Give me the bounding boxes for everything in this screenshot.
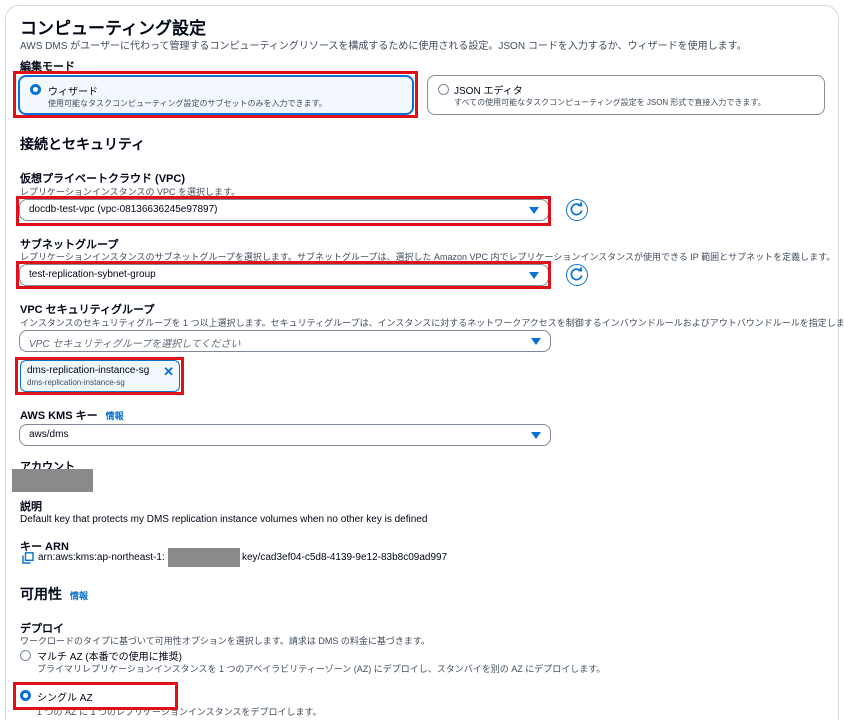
remove-token-icon[interactable]: ✕ (163, 364, 174, 380)
multi-az-desc: プライマリレプリケーションインスタンスを 1 つのアベイラビリティーゾーン (A… (37, 664, 606, 674)
vpc-select[interactable]: docdb-test-vpc (vpc-08136636245e97897) (19, 199, 549, 221)
compute-settings-description: AWS DMS がユーザーに代わって管理するコンピューティングリソースを構成する… (20, 41, 747, 52)
security-group-token: dms-replication-instance-sg dms-replicat… (20, 360, 180, 392)
chevron-down-icon (531, 432, 541, 439)
chevron-down-icon (531, 338, 541, 345)
subnet-group-desc: レプリケーションインスタンスのサブネットグループを選択します。サブネットグループ… (20, 252, 836, 262)
description-label: 説明 (20, 501, 42, 513)
copy-icon[interactable] (22, 552, 34, 564)
compute-settings-title: コンピューティング設定 (20, 19, 206, 38)
vpc-security-group-label: VPC セキュリティグループ (20, 304, 155, 316)
kms-key-select-value: aws/dms (29, 429, 69, 440)
wizard-option-title: ウィザード (48, 87, 98, 98)
key-arn-prefix: arn:aws:kms:ap-northeast-1: (38, 552, 165, 563)
security-group-token-name: dms-replication-instance-sg (27, 365, 150, 376)
chevron-down-icon (529, 272, 539, 279)
availability-info-link[interactable]: 情報 (70, 591, 88, 601)
chevron-down-icon (529, 207, 539, 214)
wizard-option-tile[interactable]: ウィザード 使用可能なタスクコンピューティング設定のサブセットのみを入力できます… (18, 75, 414, 115)
subnet-group-select[interactable]: test-replication-sybnet-group (19, 264, 549, 286)
multi-az-title: マルチ AZ (本番での使用に推奨) (37, 652, 182, 663)
kms-key-label: AWS KMS キー 情報 (20, 407, 124, 423)
security-group-token-id: dms-replication-instance-sg (27, 378, 125, 387)
connection-security-title: 接続とセキュリティ (20, 136, 146, 152)
subnet-refresh-button[interactable] (566, 264, 588, 286)
multi-az-radio[interactable] (20, 650, 31, 661)
json-editor-option-title: JSON エディタ (454, 86, 523, 97)
kms-info-link[interactable]: 情報 (106, 411, 124, 421)
key-arn-suffix: key/cad3ef04-c5d8-4139-9e12-83b8c09ad997 (242, 552, 448, 563)
availability-title: 可用性 情報 (20, 584, 88, 604)
json-editor-option-desc: すべての使用可能なタスクコンピューティング設定を JSON 形式で直接入力できま… (454, 98, 766, 107)
refresh-icon (570, 267, 583, 281)
account-redaction (12, 469, 93, 492)
json-editor-option-tile[interactable]: JSON エディタ すべての使用可能なタスクコンピューティング設定を JSON … (427, 75, 825, 115)
vpc-security-group-desc: インスタンスのセキュリティグループを 1 つ以上選択します。セキュリティグループ… (20, 318, 844, 328)
vpc-select-value: docdb-test-vpc (vpc-08136636245e97897) (29, 204, 218, 215)
json-editor-radio[interactable] (438, 84, 449, 95)
key-description-text: Default key that protects my DMS replica… (20, 514, 428, 525)
kms-key-select[interactable]: aws/dms (19, 424, 551, 446)
wizard-radio[interactable] (30, 84, 41, 95)
edit-mode-label: 編集モード (20, 61, 75, 73)
vpc-label: 仮想プライベートクラウド (VPC) (20, 173, 185, 185)
single-az-title: シングル AZ (37, 693, 93, 704)
deploy-desc: ワークロードのタイプに基づいて可用性オプションを選択します。請求は DMS の料… (20, 636, 430, 646)
single-az-radio[interactable] (20, 690, 31, 701)
arn-account-redaction (168, 548, 240, 567)
vpc-refresh-button[interactable] (566, 199, 588, 221)
refresh-icon (570, 202, 583, 216)
subnet-group-select-value: test-replication-sybnet-group (29, 269, 156, 280)
single-az-desc: 1 つの AZ に 1 つのレプリケーションインスタンスをデプロイします。 (37, 707, 322, 717)
kms-key-label-text: AWS KMS キー (20, 410, 98, 422)
vpc-security-group-select[interactable]: VPC セキュリティグループを選択してください (19, 330, 551, 352)
availability-title-text: 可用性 (20, 586, 62, 602)
vpc-security-group-placeholder: VPC セキュリティグループを選択してください (29, 339, 241, 350)
vpc-desc: レプリケーションインスタンスの VPC を選択します。 (20, 187, 241, 197)
wizard-option-desc: 使用可能なタスクコンピューティング設定のサブセットのみを入力できます。 (48, 99, 327, 108)
